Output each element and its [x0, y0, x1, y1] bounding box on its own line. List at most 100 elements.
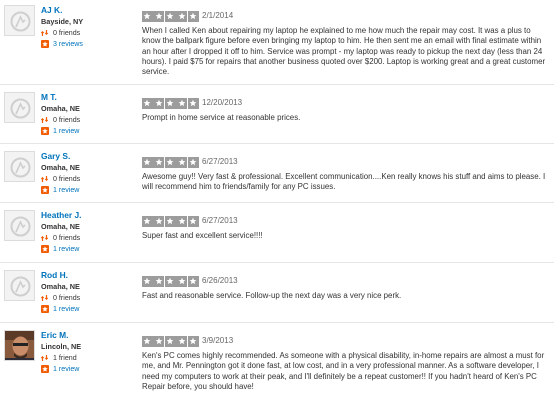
star-icon — [153, 276, 165, 287]
star-icon — [187, 336, 199, 347]
review-date: 6/27/2013 — [202, 157, 238, 166]
reviews-count-label[interactable]: 1 review — [53, 127, 79, 135]
star-icon — [164, 157, 176, 168]
review-icon — [41, 185, 49, 194]
review-divider — [0, 143, 554, 144]
review-text: Prompt in home service at reasonable pri… — [142, 113, 301, 122]
reviews-count-label[interactable]: 1 review — [53, 245, 79, 253]
user-photo-avatar[interactable] — [4, 330, 35, 361]
star-icon — [176, 336, 188, 347]
reviewer-location: Lincoln, NE — [41, 342, 82, 351]
friends-label: 0 friends — [53, 28, 81, 37]
star-icon — [164, 276, 176, 287]
star-icon — [176, 216, 188, 227]
friends-icon — [40, 116, 49, 124]
reviews-count-label[interactable]: 1 review — [53, 186, 79, 194]
reviewer-name[interactable]: Heather J. — [41, 210, 82, 220]
review-icon — [41, 244, 49, 253]
star-icon — [164, 336, 176, 347]
friends-label: 0 friends — [53, 293, 81, 302]
star-icon — [176, 98, 188, 109]
reviews-count[interactable]: 1 review — [41, 126, 79, 135]
review-item: Eric M. Lincoln, NE 1 friend 1 review 3/9/20… — [0, 325, 554, 400]
reviews-count-label[interactable]: 3 reviews — [53, 40, 83, 48]
default-avatar-icon[interactable] — [4, 5, 35, 36]
friends-count: 0 friends — [40, 293, 81, 302]
review-date: 12/20/2013 — [202, 98, 243, 107]
star-icon — [153, 336, 165, 347]
friends-icon — [40, 175, 49, 183]
review-divider — [0, 84, 554, 85]
review-text: Fast and reasonable service. Follow-up t… — [142, 291, 402, 300]
friends-icon — [40, 234, 49, 242]
friends-count: 0 friends — [40, 115, 81, 124]
review-icon — [41, 304, 49, 313]
review-icon — [41, 126, 49, 135]
friends-count: 0 friends — [40, 174, 80, 183]
star-rating — [142, 157, 199, 168]
reviews-count[interactable]: 1 review — [41, 244, 79, 253]
star-rating — [142, 336, 199, 347]
reviewer-location: Omaha, NE — [41, 282, 80, 291]
friends-count: 0 friends — [40, 28, 81, 37]
reviewer-name[interactable]: Rod H. — [41, 270, 68, 280]
star-icon — [164, 216, 176, 227]
review-divider — [0, 262, 554, 263]
reviews-count[interactable]: 1 review — [41, 304, 79, 313]
reviewer-location: Omaha, NE — [41, 163, 80, 172]
star-icon — [142, 216, 153, 227]
star-icon — [153, 11, 165, 22]
star-icon — [187, 216, 199, 227]
default-avatar-icon[interactable] — [4, 210, 35, 241]
star-rating — [142, 98, 199, 109]
star-icon — [142, 276, 153, 287]
reviews-count-label[interactable]: 1 review — [53, 305, 79, 313]
reviews-count[interactable]: 1 review — [41, 185, 79, 194]
review-icon — [41, 364, 49, 373]
star-icon — [164, 98, 176, 109]
reviews-count[interactable]: 3 reviews — [41, 39, 83, 48]
star-icon — [153, 98, 165, 109]
star-icon — [142, 98, 153, 109]
friends-icon — [40, 29, 49, 37]
star-icon — [142, 336, 153, 347]
reviewer-location: Bayside, NY — [41, 17, 84, 26]
star-icon — [187, 157, 199, 168]
star-icon — [142, 11, 153, 22]
review-divider — [0, 202, 554, 203]
default-avatar-icon[interactable] — [4, 92, 35, 123]
review-text: When I called Ken about repairing my lap… — [142, 26, 546, 77]
star-icon — [142, 157, 153, 168]
friends-count: 1 friend — [40, 353, 77, 362]
review-date: 6/27/2013 — [202, 216, 238, 225]
star-icon — [153, 216, 165, 227]
reviews-count[interactable]: 1 review — [41, 364, 79, 373]
star-icon — [176, 157, 188, 168]
default-avatar-icon[interactable] — [4, 151, 35, 182]
reviewer-name[interactable]: Gary S. — [41, 151, 70, 161]
friends-icon — [40, 354, 49, 362]
star-icon — [176, 276, 188, 287]
review-date: 6/26/2013 — [202, 276, 238, 285]
friends-label: 1 friend — [53, 353, 77, 362]
reviewer-name[interactable]: AJ K. — [41, 5, 62, 15]
reviewer-name[interactable]: Eric M. — [41, 330, 68, 340]
reviewer-location: Omaha, NE — [41, 222, 80, 231]
star-rating — [142, 216, 199, 227]
friends-count: 0 friends — [40, 233, 80, 242]
friends-label: 0 friends — [53, 115, 81, 124]
friends-icon — [40, 294, 49, 302]
reviewer-location: Omaha, NE — [41, 104, 80, 113]
default-avatar-icon[interactable] — [4, 270, 35, 301]
review-divider — [0, 322, 554, 323]
review-date: 2/1/2014 — [202, 11, 234, 20]
star-icon — [153, 157, 165, 168]
star-icon — [164, 11, 176, 22]
reviewer-name[interactable]: M T. — [41, 92, 57, 102]
star-icon — [187, 276, 199, 287]
star-rating — [142, 11, 199, 22]
review-item: AJ K. Bayside, NY 0 friends 3 reviews 2/1/20… — [0, 0, 554, 84]
star-icon — [187, 11, 199, 22]
star-icon — [176, 11, 188, 22]
reviews-count-label[interactable]: 1 review — [53, 365, 79, 373]
